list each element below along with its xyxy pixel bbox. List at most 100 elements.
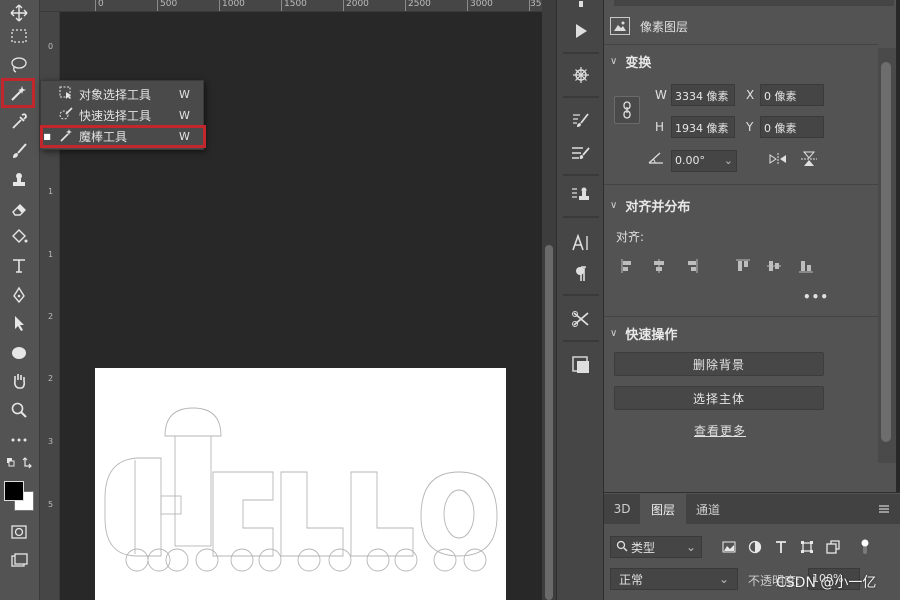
play-icon[interactable] [566, 18, 596, 44]
flyout-item-object-select[interactable]: 对象选择工具 W [41, 84, 205, 105]
flyout-item-quick-select[interactable]: 快速选择工具 W [41, 105, 205, 126]
hello-train-artwork [104, 407, 498, 572]
align-horizontal-center-icon[interactable] [651, 258, 667, 274]
filter-adjustment-icon[interactable] [746, 538, 764, 556]
chevron-down-icon: ⌄ [718, 572, 729, 586]
filter-type-icon[interactable] [772, 538, 790, 556]
panel-menu-icon[interactable] [874, 494, 894, 524]
angle-value: 0.00° [675, 154, 705, 167]
more-options-icon[interactable]: ••• [803, 290, 829, 304]
layer-type-label: 像素图层 [640, 19, 689, 34]
marquee-icon[interactable] [4, 23, 34, 49]
scrollbar-thumb[interactable] [545, 245, 553, 600]
eraser-icon[interactable] [4, 196, 34, 222]
quick-actions-title: 快速操作 [625, 328, 678, 343]
layer-filter-select[interactable]: 类型 ⌄ [610, 536, 702, 558]
link-proportions-button[interactable] [614, 96, 640, 124]
align-vertical-center-icon[interactable] [766, 258, 782, 274]
swap-colors-icon[interactable] [4, 455, 34, 471]
brush-icon[interactable] [4, 138, 34, 164]
see-more-link[interactable]: 查看更多 [694, 422, 746, 439]
align-right-icon[interactable] [683, 258, 699, 274]
ruler-label: 2000 [346, 0, 369, 9]
align-bottom-icon[interactable] [798, 258, 814, 274]
selection-tool-flyout: 对象选择工具 W 快速选择工具 W ■ 魔棒工具 W [40, 80, 206, 150]
angle-field[interactable]: 0.00° ⌄ [671, 150, 737, 172]
magic-wand-icon[interactable] [1, 78, 35, 108]
ruler-label: 1 [48, 187, 54, 196]
width-label: W [655, 88, 667, 102]
ruler-label: 1 [48, 250, 54, 259]
ruler-horizontal[interactable]: 0 500 1000 1500 2000 2500 3000 35 [40, 0, 542, 12]
height-field[interactable]: 1934 像素 [671, 116, 735, 138]
filter-pixel-icon[interactable] [720, 538, 738, 556]
flip-horizontal-icon[interactable] [768, 152, 788, 169]
pen-icon[interactable] [4, 282, 34, 308]
arrow-icon[interactable] [4, 310, 34, 336]
quick-select-icon [53, 106, 79, 125]
screen-mode-icon[interactable] [4, 548, 34, 574]
x-label: X [746, 88, 755, 102]
blend-mode-select[interactable]: 正常 ⌄ [610, 568, 738, 590]
flyout-item-magic-wand[interactable]: ■ 魔棒工具 W [40, 125, 206, 148]
selected-bullet-icon: ■ [43, 132, 51, 141]
height-label: H [655, 120, 665, 134]
more-icon[interactable] [4, 427, 34, 453]
filter-shape-icon[interactable] [798, 538, 816, 556]
quick-actions-header[interactable]: ∨ 快速操作 [610, 324, 677, 343]
tab-channels[interactable]: 通道 [688, 494, 728, 524]
ruler-label: 1500 [284, 0, 307, 9]
brush-settings-icon[interactable] [566, 108, 596, 134]
angle-icon [648, 152, 664, 167]
transform-title: 变换 [625, 56, 652, 71]
ruler-label: 1000 [222, 0, 245, 9]
quick-mask-icon[interactable] [4, 519, 34, 545]
flip-vertical-icon[interactable] [800, 150, 818, 171]
stamp-icon[interactable] [4, 167, 34, 193]
scrollbar-thumb[interactable] [881, 62, 891, 442]
eyedropper-icon[interactable] [4, 109, 34, 135]
ruler-label: 0 [48, 42, 54, 51]
pixel-layer-icon [610, 17, 630, 35]
ruler-label: 5 [48, 500, 54, 509]
ruler-label: 2500 [408, 0, 431, 9]
tab-layers[interactable]: 图层 [640, 494, 686, 524]
clone-source-icon[interactable] [566, 182, 596, 208]
type-icon[interactable] [4, 253, 34, 279]
remove-background-button[interactable]: 删除背景 [614, 352, 824, 376]
hand-icon[interactable] [4, 368, 34, 394]
select-subject-button[interactable]: 选择主体 [614, 386, 824, 410]
ruler-label: 3 [48, 437, 54, 446]
ruler-label: 500 [160, 0, 178, 9]
filter-smart-object-icon[interactable] [824, 538, 842, 556]
ellipse-icon[interactable] [4, 340, 34, 366]
document-canvas[interactable] [95, 368, 506, 600]
y-field[interactable]: 0 像素 [760, 116, 824, 138]
align-left-icon[interactable] [620, 258, 636, 274]
width-field[interactable]: 3334 像素 [671, 84, 735, 106]
align-top-icon[interactable] [735, 258, 751, 274]
history-icon[interactable] [566, 0, 596, 10]
search-icon [616, 540, 628, 555]
properties-scrollbar[interactable] [878, 48, 896, 463]
y-label: Y [746, 120, 754, 134]
bucket-icon[interactable] [4, 224, 34, 250]
canvas-scrollbar[interactable] [542, 0, 556, 600]
filter-toggle-icon[interactable] [856, 538, 874, 556]
zoom-icon[interactable] [4, 397, 34, 423]
paragraph-icon[interactable] [566, 261, 596, 287]
tool-presets-icon[interactable] [566, 306, 596, 332]
align-section-header[interactable]: ∨ 对齐并分布 [610, 196, 690, 215]
brush-presets-icon[interactable] [566, 140, 596, 166]
x-field[interactable]: 0 像素 [760, 84, 824, 106]
layer-comps-icon[interactable] [566, 352, 596, 378]
transform-section-header[interactable]: ∨ 变换 [610, 52, 651, 71]
tab-3d[interactable]: 3D [606, 494, 638, 524]
blend-mode-value: 正常 [619, 572, 644, 587]
character-icon[interactable] [566, 230, 596, 256]
foreground-color-swatch[interactable] [4, 481, 24, 501]
align-label: 对齐: [616, 230, 645, 244]
adjustments-icon[interactable] [566, 62, 596, 88]
layer-type-row: 像素图层 [610, 10, 878, 42]
lasso-icon[interactable] [4, 52, 34, 78]
